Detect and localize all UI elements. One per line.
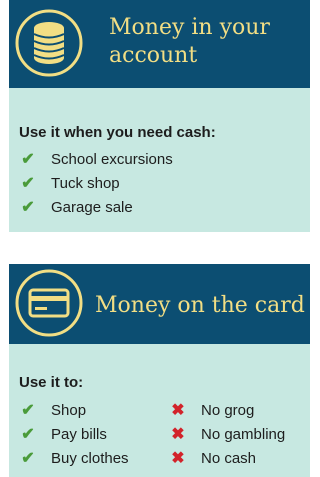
list-item-label: No cash xyxy=(201,449,257,467)
money-in-account-header: Money in your account xyxy=(9,0,310,88)
cross-icon: ✖ xyxy=(171,450,185,467)
list-item-label: Tuck shop xyxy=(51,174,120,192)
list-item: ✔ Garage sale xyxy=(19,195,173,219)
list-item: ✔ School excursions xyxy=(19,147,173,171)
cross-icon: ✖ xyxy=(171,426,185,443)
list-item-label: School excursions xyxy=(51,150,173,168)
list-item-label: No gambling xyxy=(201,425,286,443)
list-item-label: No grog xyxy=(201,401,255,419)
list-item-label: Pay bills xyxy=(51,425,107,443)
card-not-allowed-list: ✖ No grog ✖ No gambling ✖ No cash xyxy=(169,398,285,470)
check-icon: ✔ xyxy=(21,199,35,216)
list-item: ✔ Tuck shop xyxy=(19,171,173,195)
cross-icon: ✖ xyxy=(171,402,185,419)
list-item: ✖ No gambling xyxy=(169,422,285,446)
check-icon: ✔ xyxy=(21,175,35,192)
money-in-account-lead: Use it when you need cash: xyxy=(19,124,216,141)
list-item: ✔ Buy clothes xyxy=(19,446,129,470)
list-item-label: Buy clothes xyxy=(51,449,129,467)
money-in-account-title: Money in your account xyxy=(109,15,270,68)
money-on-card-panel: Money on the card Use it to: ✔ Shop ✔ Pa… xyxy=(9,264,310,477)
list-item: ✖ No cash xyxy=(169,446,285,470)
money-on-card-body: Use it to: ✔ Shop ✔ Pay bills ✔ Buy clot… xyxy=(9,344,310,477)
money-on-card-lead: Use it to: xyxy=(19,374,84,391)
money-in-account-panel: Money in your account Use it when you ne… xyxy=(9,0,310,232)
cash-uses-list: ✔ School excursions ✔ Tuck shop ✔ Garage… xyxy=(19,147,173,219)
card-allowed-list: ✔ Shop ✔ Pay bills ✔ Buy clothes xyxy=(19,398,129,470)
coin-stack-icon xyxy=(14,8,84,78)
money-in-account-body: Use it when you need cash: ✔ School excu… xyxy=(9,88,310,232)
list-item: ✖ No grog xyxy=(169,398,285,422)
card-icon xyxy=(14,268,84,338)
list-item-label: Shop xyxy=(51,401,87,419)
check-icon: ✔ xyxy=(21,402,35,419)
check-icon: ✔ xyxy=(21,426,35,443)
list-item: ✔ Shop xyxy=(19,398,129,422)
money-on-card-title: Money on the card xyxy=(95,293,305,318)
check-icon: ✔ xyxy=(21,450,35,467)
check-icon: ✔ xyxy=(21,151,35,168)
money-on-card-header: Money on the card xyxy=(9,264,310,344)
list-item-label: Garage sale xyxy=(51,198,133,216)
list-item: ✔ Pay bills xyxy=(19,422,129,446)
